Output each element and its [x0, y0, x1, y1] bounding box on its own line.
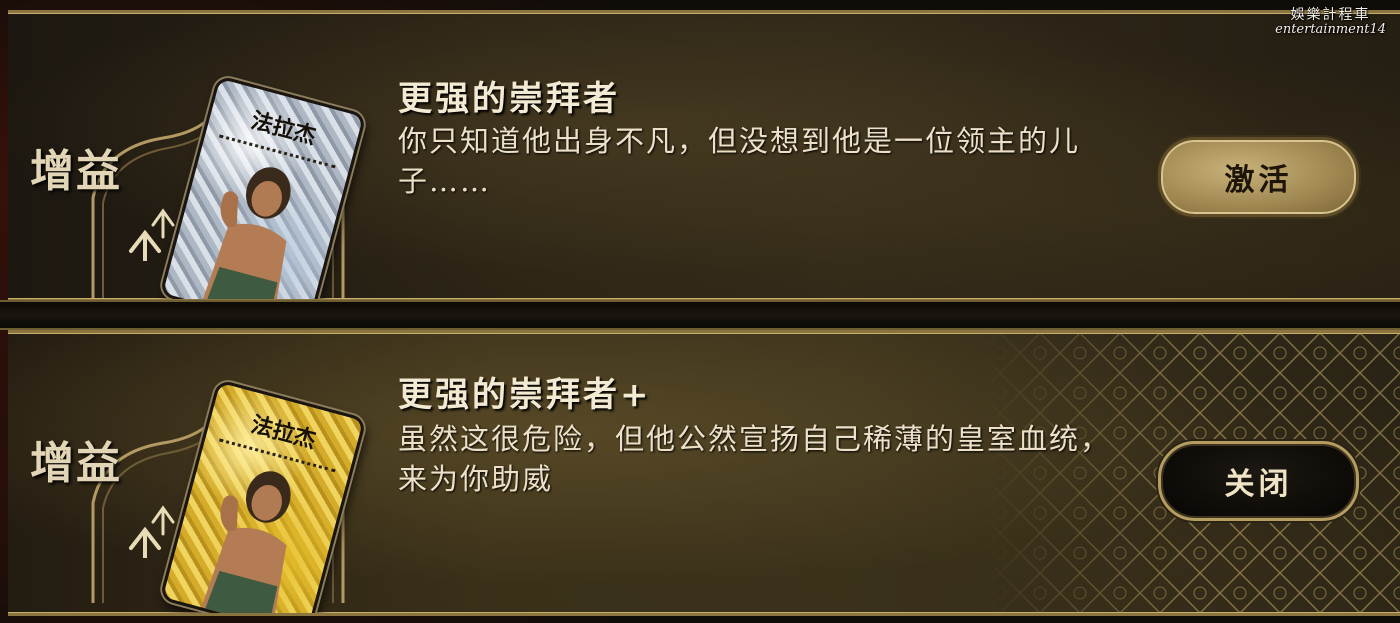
buff-panel-1: 增益 法拉杰 更强的崇拜者 你只知道他出身不凡，但没想到他是一位领主的儿子…… …: [8, 10, 1400, 302]
activate-button[interactable]: 激活: [1158, 137, 1359, 217]
buff-category-label: 增益: [30, 438, 122, 489]
buff-description: 虽然这很危险，但他公然宣扬自己稀薄的皇室血统，来为你助威: [398, 422, 1112, 496]
panel-divider: [0, 300, 1400, 330]
card-portrait-icon: [201, 471, 291, 613]
buff-panel-2: 增益 法拉杰 更强的崇拜者+ 虽然这很危险，但他公然宣扬自己稀薄的皇室血统，来为…: [8, 330, 1400, 616]
watermark-english: entertainment14: [1275, 22, 1386, 37]
watermark-chinese: 娛樂計程車: [1290, 7, 1371, 23]
watermark: 娛樂計程車 entertainment14: [1275, 4, 1386, 37]
card-portrait-icon: [201, 167, 291, 299]
buff-title: 更强的崇拜者+: [398, 375, 652, 415]
buff-selection-screen: 娛樂計程車 entertainment14 增益 法拉杰 更强的崇拜者 你只知道…: [0, 0, 1400, 623]
close-button[interactable]: 关闭: [1158, 441, 1359, 521]
buff-description: 你只知道他出身不凡，但没想到他是一位领主的儿子……: [398, 124, 1081, 198]
buff-category-label: 增益: [30, 146, 122, 197]
buff-title: 更强的崇拜者: [398, 79, 620, 119]
